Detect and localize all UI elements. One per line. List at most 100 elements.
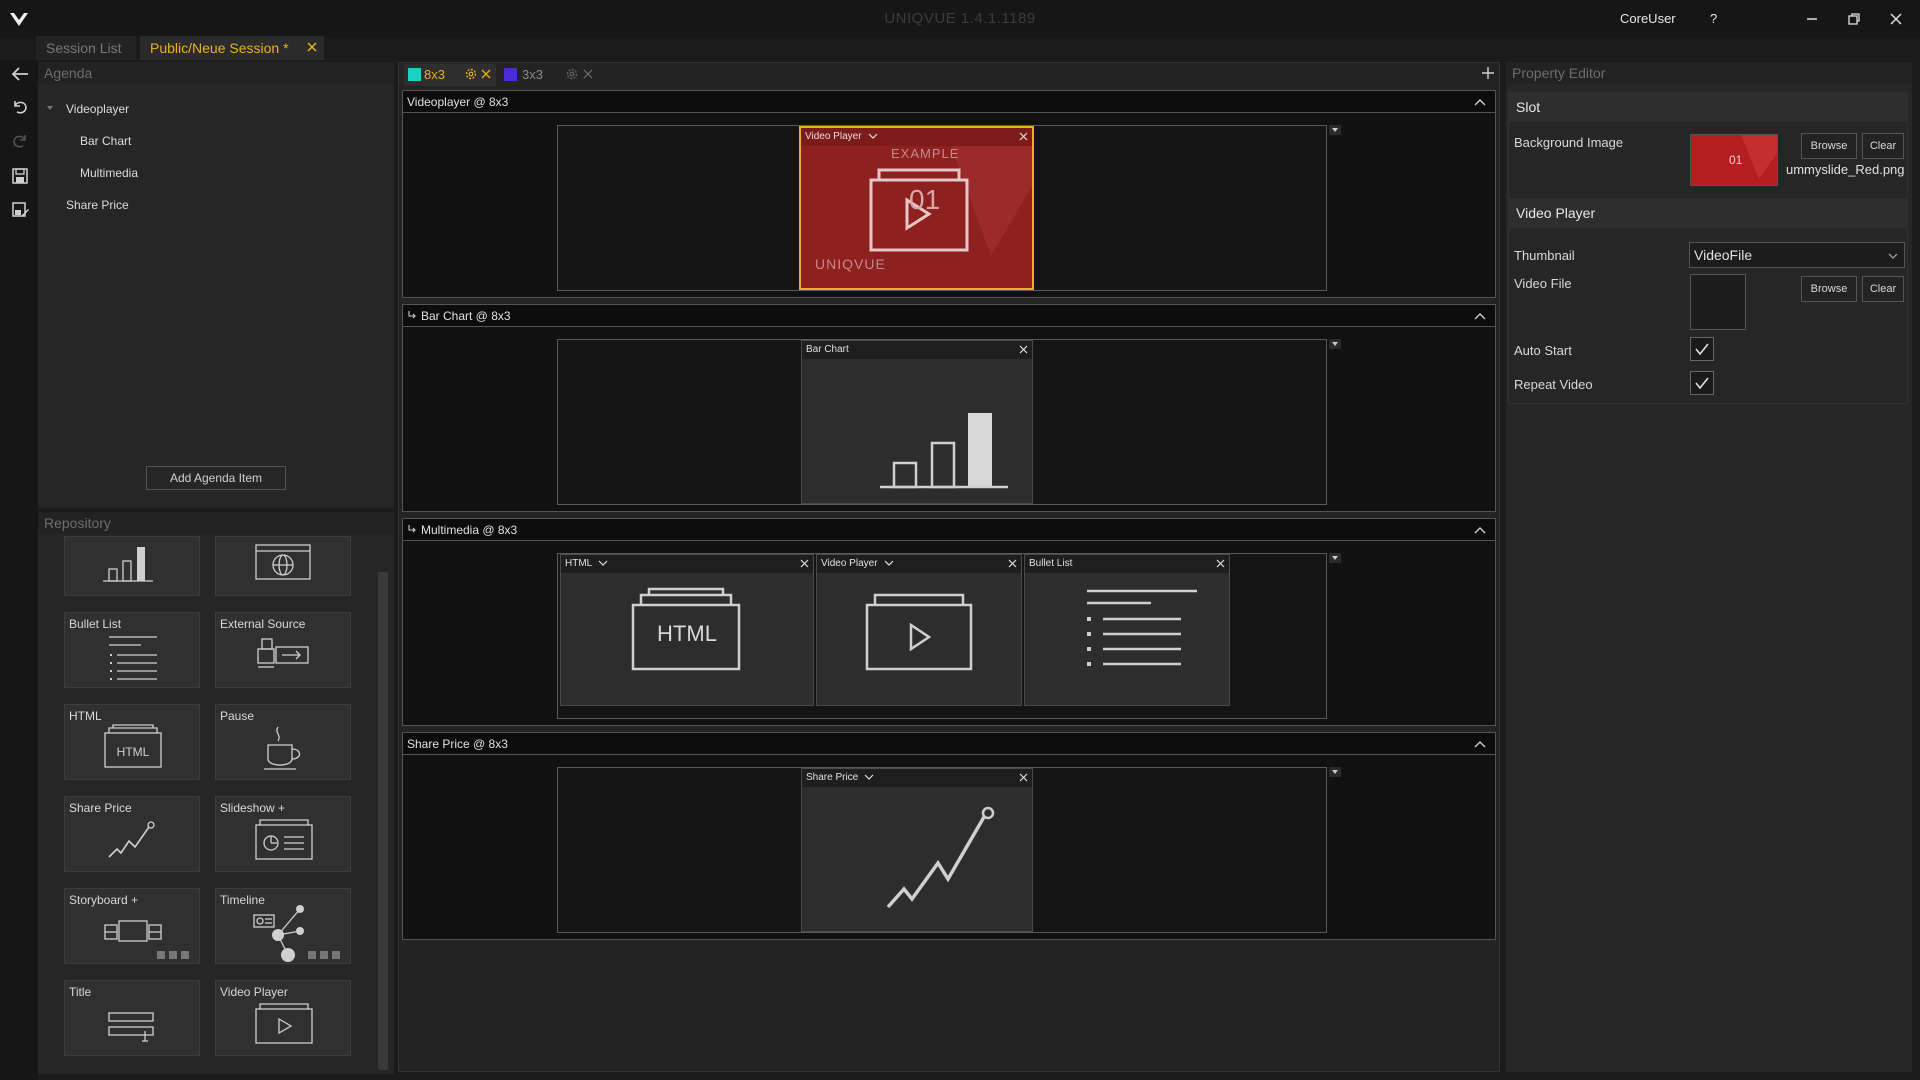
widget-bar-chart[interactable]: Bar Chart xyxy=(801,340,1033,504)
redo-icon[interactable] xyxy=(10,131,30,151)
close-session-tab-icon[interactable] xyxy=(304,39,320,55)
section-slot: Slot xyxy=(1508,92,1908,122)
repo-tile-bullet-list[interactable]: Bullet List xyxy=(64,612,200,688)
clear-background-button[interactable]: Clear xyxy=(1862,133,1904,159)
section-video-player: Video Player xyxy=(1508,198,1908,228)
undo-icon[interactable] xyxy=(10,97,30,117)
restore-icon[interactable] xyxy=(1844,10,1864,28)
gear-icon[interactable] xyxy=(565,67,579,81)
slide-bar-chart[interactable]: Bar Chart @ 8x3 Bar Chart xyxy=(402,304,1496,512)
expand-chevron-icon[interactable] xyxy=(46,104,54,112)
collapse-chevron-icon[interactable] xyxy=(1473,95,1487,109)
close-widget-icon[interactable] xyxy=(1007,558,1018,569)
layout-canvas[interactable]: Video Player EXAMPLE 01 UNIQVUE xyxy=(557,125,1327,291)
layout-canvas[interactable]: Bar Chart xyxy=(557,339,1327,505)
chevron-down-icon[interactable] xyxy=(884,559,894,567)
repo-tile-title[interactable]: Title xyxy=(64,980,200,1056)
chevron-down-icon xyxy=(1888,253,1898,259)
dropdown-arrow-icon[interactable] xyxy=(1329,125,1341,135)
close-widget-icon[interactable] xyxy=(1018,131,1029,142)
chevron-down-icon[interactable] xyxy=(868,132,878,140)
repository-scrollbar[interactable] xyxy=(378,572,388,1070)
line-chart-icon xyxy=(108,821,155,858)
slide-share-price[interactable]: Share Price @ 8x3 Share Price xyxy=(402,732,1496,940)
close-widget-icon[interactable] xyxy=(1018,772,1029,783)
tab-active-session[interactable]: Public/Neue Session * xyxy=(140,36,324,60)
repo-tile-external-web[interactable] xyxy=(215,536,351,596)
repo-tile-html[interactable]: HTML HTML xyxy=(64,704,200,780)
widget-video-player[interactable]: Video Player xyxy=(816,554,1022,706)
widget-video-player[interactable]: Video Player EXAMPLE 01 UNIQVUE xyxy=(799,126,1034,290)
slide-title: Bar Chart @ 8x3 xyxy=(421,309,511,323)
repo-tile-pause[interactable]: Pause xyxy=(215,704,351,780)
browse-background-button[interactable]: Browse xyxy=(1801,133,1857,159)
gear-icon[interactable] xyxy=(464,67,478,81)
background-image-thumbnail[interactable]: 01 xyxy=(1690,134,1778,186)
widget-share-price[interactable]: Share Price xyxy=(801,768,1033,932)
agenda-item-share-price[interactable]: Share Price xyxy=(66,198,129,212)
preview-number: 01 xyxy=(909,184,941,215)
preview-brand: UNIQVUE xyxy=(815,256,886,272)
repo-tile-video-player[interactable]: Video Player xyxy=(215,980,351,1056)
bullet-list-icon xyxy=(109,636,157,680)
dropdown-arrow-icon[interactable] xyxy=(1329,553,1341,563)
browse-video-button[interactable]: Browse xyxy=(1801,276,1857,302)
layout-canvas[interactable]: HTML HTML Video Player Bullet List xyxy=(557,553,1327,719)
background-image-filename: ummyslide_Red.png xyxy=(1786,162,1905,177)
slide-multimedia[interactable]: Multimedia @ 8x3 HTML HTML Video Player … xyxy=(402,518,1496,726)
checkmark-icon xyxy=(1695,377,1709,390)
close-window-icon[interactable] xyxy=(1886,10,1906,28)
tab-session-list[interactable]: Session List xyxy=(36,36,136,60)
preview-top-text: EXAMPLE xyxy=(891,146,960,161)
collapse-chevron-icon[interactable] xyxy=(1473,309,1487,323)
thumbnail-select[interactable]: VideoFile xyxy=(1689,242,1905,268)
minimize-icon[interactable] xyxy=(1802,10,1822,28)
linked-arrow-icon xyxy=(408,311,416,319)
widget-html[interactable]: HTML HTML xyxy=(560,554,814,706)
auto-start-checkbox[interactable] xyxy=(1690,337,1714,361)
user-name[interactable]: CoreUser xyxy=(1620,11,1676,26)
video-player-icon xyxy=(255,1003,313,1044)
repo-tile-share-price[interactable]: Share Price xyxy=(64,796,200,872)
close-layout-icon[interactable] xyxy=(582,68,594,80)
clear-video-button[interactable]: Clear xyxy=(1862,276,1904,302)
repo-tile-bar-chart[interactable] xyxy=(64,536,200,596)
save-icon[interactable] xyxy=(10,166,30,186)
chevron-down-icon[interactable] xyxy=(864,773,874,781)
timeline-icon xyxy=(253,905,340,962)
agenda-item-multimedia[interactable]: Multimedia xyxy=(80,166,138,180)
widget-bullet-list[interactable]: Bullet List xyxy=(1024,554,1230,706)
repo-tile-storyboard[interactable]: Storyboard + xyxy=(64,888,200,964)
chevron-down-icon[interactable] xyxy=(598,559,608,567)
add-agenda-item-button[interactable]: Add Agenda Item xyxy=(146,466,286,490)
repo-tile-slideshow[interactable]: Slideshow + xyxy=(215,796,351,872)
agenda-item-videoplayer[interactable]: Videoplayer xyxy=(66,102,129,116)
slide-title: Share Price @ 8x3 xyxy=(407,737,508,751)
globe-screen-icon xyxy=(255,544,311,580)
bullet-list-icon xyxy=(1087,589,1197,666)
close-widget-icon[interactable] xyxy=(799,558,810,569)
back-arrow-icon[interactable] xyxy=(10,64,30,84)
thumbnail-label: Thumbnail xyxy=(1514,248,1575,263)
help-button[interactable]: ? xyxy=(1710,11,1717,26)
agenda-item-bar-chart[interactable]: Bar Chart xyxy=(80,134,131,148)
video-file-thumbnail[interactable] xyxy=(1690,274,1746,330)
repeat-video-checkbox[interactable] xyxy=(1690,371,1714,395)
repo-tile-timeline[interactable]: Timeline xyxy=(215,888,351,964)
agenda-panel: Agenda xyxy=(38,62,394,508)
dropdown-arrow-icon[interactable] xyxy=(1329,767,1341,777)
layout-canvas[interactable]: Share Price xyxy=(557,767,1327,933)
add-layout-icon[interactable] xyxy=(1480,65,1496,81)
close-widget-icon[interactable] xyxy=(1018,344,1029,355)
collapse-chevron-icon[interactable] xyxy=(1473,523,1487,537)
dropdown-arrow-icon[interactable] xyxy=(1329,339,1341,349)
auto-start-label: Auto Start xyxy=(1514,343,1572,358)
checkmark-icon xyxy=(1695,343,1709,356)
close-layout-icon[interactable] xyxy=(480,68,492,80)
close-widget-icon[interactable] xyxy=(1215,558,1226,569)
save-as-icon[interactable] xyxy=(10,200,30,220)
repo-tile-external-source[interactable]: External Source xyxy=(215,612,351,688)
bar-chart-icon xyxy=(103,547,153,582)
collapse-chevron-icon[interactable] xyxy=(1473,737,1487,751)
slide-videoplayer[interactable]: Videoplayer @ 8x3 Video Player EXAMPLE 0… xyxy=(402,90,1496,298)
